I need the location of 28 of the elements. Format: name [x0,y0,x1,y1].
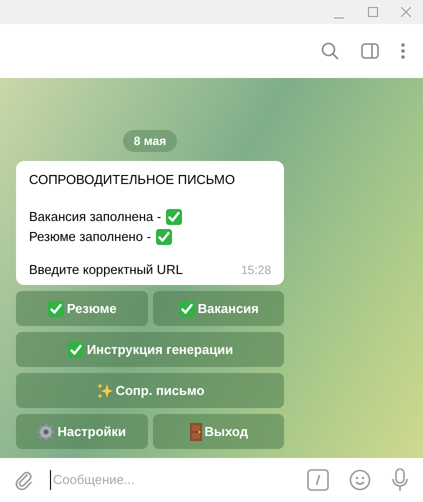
message-time: 15:28 [240,262,271,279]
menu-icon[interactable] [401,43,405,59]
sidebar-toggle-icon[interactable] [361,43,379,59]
keyboard-button[interactable]: Инструкция генерации [16,332,284,367]
keyboard-button[interactable]: Резюме [16,291,148,326]
date-badge: 8 мая [122,130,178,152]
keyboard-button[interactable]: Настройки [16,414,148,449]
check-mark-icon [46,300,65,318]
gear-icon [37,422,56,440]
microphone-icon[interactable] [391,468,409,492]
paperclip-icon[interactable] [14,470,34,490]
status-line: Резюме заполнено - [29,228,151,246]
close-icon[interactable] [401,7,411,17]
message-title: СОПРОВОДИТЕЛЬНОЕ ПИСЬМО [29,171,236,189]
search-icon[interactable] [321,42,339,60]
door-icon [188,422,203,442]
check-mark-icon [178,300,196,318]
message-input[interactable]: Сообщение... [50,470,307,490]
sparkles-icon [96,382,114,400]
maximize-icon[interactable] [368,7,378,17]
keyboard-button[interactable]: Вакансия [152,291,284,326]
status-line: Вакансия заполнена - [29,208,162,226]
message-text: Введите корректный URL [29,261,183,279]
emoji-icon[interactable] [349,469,371,491]
keyboard-button[interactable]: Сопр. письмо [16,373,284,408]
slash-command-icon[interactable] [307,469,329,491]
keyboard-button[interactable]: Выход [152,414,284,449]
check-mark-icon [66,340,85,358]
